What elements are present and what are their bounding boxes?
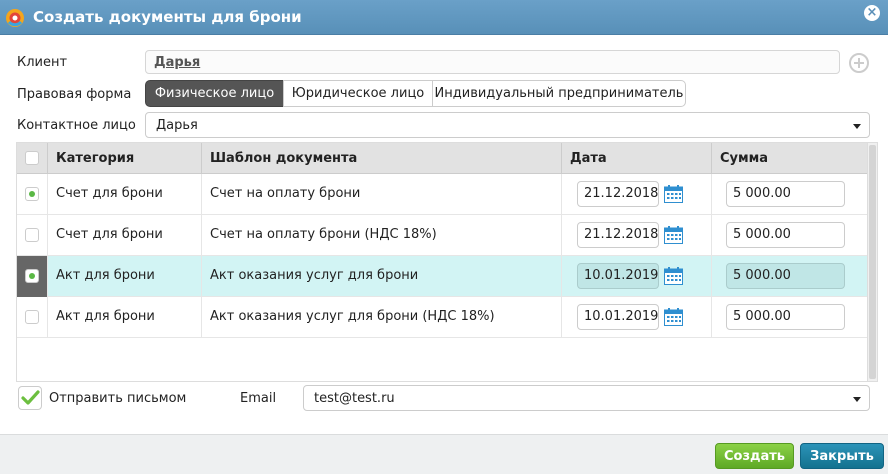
cell-category: Акт для брони: [47, 256, 201, 297]
email-select[interactable]: test@test.ru: [303, 385, 870, 411]
cell-template: Счет на оплату брони: [201, 174, 561, 215]
calendar-icon[interactable]: [664, 226, 683, 244]
contact-label: Контактное лицо: [17, 118, 136, 133]
dialog-title: Создать документы для брони: [33, 8, 302, 26]
table-row[interactable]: Акт для брони Акт оказания услуг для бро…: [17, 256, 867, 297]
client-link[interactable]: Дарья: [154, 55, 200, 70]
row-checkbox[interactable]: [25, 269, 39, 283]
client-field[interactable]: Дарья: [145, 50, 840, 74]
dialog-body: Клиент Дарья Правовая форма Физическое л…: [6, 42, 882, 426]
cell-category: Акт для брони: [47, 297, 201, 338]
table-scrollbar[interactable]: [867, 143, 877, 381]
close-icon[interactable]: ×: [864, 5, 880, 21]
row-checkbox[interactable]: [25, 228, 39, 242]
create-button[interactable]: Создать: [715, 443, 794, 469]
sum-input[interactable]: 5 000.00: [726, 263, 845, 289]
row-checkbox[interactable]: [25, 187, 39, 201]
send-email-checkbox[interactable]: [18, 386, 42, 410]
client-label: Клиент: [17, 55, 68, 70]
sum-input[interactable]: 5 000.00: [726, 304, 845, 330]
column-header-category[interactable]: Категория: [47, 143, 201, 174]
email-label: Email: [240, 391, 277, 406]
calendar-icon[interactable]: [664, 308, 683, 326]
title-bar: Создать документы для брони ×: [0, 0, 888, 35]
cell-template: Акт оказания услуг для брони (НДС 18%): [201, 297, 561, 338]
email-value: test@test.ru: [314, 391, 395, 406]
table-header: Категория Шаблон документа Дата Сумма: [17, 143, 867, 174]
close-button[interactable]: Закрыть: [800, 443, 884, 469]
calendar-icon[interactable]: [664, 267, 683, 285]
column-header-sum[interactable]: Сумма: [711, 143, 867, 174]
select-all-checkbox[interactable]: [25, 151, 39, 165]
date-input[interactable]: 21.12.2018: [577, 222, 659, 248]
calendar-icon[interactable]: [664, 185, 683, 203]
column-header-template[interactable]: Шаблон документа: [201, 143, 561, 174]
cell-category: Счет для брони: [47, 174, 201, 215]
date-input[interactable]: 21.12.2018: [577, 181, 659, 207]
checkmark-icon: [21, 390, 40, 405]
add-client-icon[interactable]: [849, 53, 869, 73]
app-logo-icon: [6, 9, 24, 27]
chevron-down-icon: [853, 124, 861, 129]
legal-form-individual[interactable]: Физическое лицо: [145, 80, 284, 107]
cell-template: Акт оказания услуг для брони: [201, 256, 561, 297]
sum-input[interactable]: 5 000.00: [726, 181, 845, 207]
legal-form-entrepreneur[interactable]: Индивидуальный предприниматель: [432, 80, 686, 107]
contact-value: Дарья: [156, 118, 198, 133]
legal-form-company[interactable]: Юридическое лицо: [283, 80, 433, 107]
cell-template: Счет на оплату брони (НДС 18%): [201, 215, 561, 256]
row-checkbox[interactable]: [25, 310, 39, 324]
sum-input[interactable]: 5 000.00: [726, 222, 845, 248]
date-input[interactable]: 10.01.2019: [577, 304, 659, 330]
cell-category: Счет для брони: [47, 215, 201, 256]
column-header-date[interactable]: Дата: [561, 143, 711, 174]
table-row[interactable]: Счет для брони Счет на оплату брони (НДС…: [17, 215, 867, 256]
table-row[interactable]: Акт для брони Акт оказания услуг для бро…: [17, 297, 867, 338]
table-row[interactable]: Счет для брони Счет на оплату брони 21.1…: [17, 174, 867, 215]
send-email-label: Отправить письмом: [49, 391, 187, 406]
documents-table: Категория Шаблон документа Дата Сумма Сч…: [16, 142, 878, 382]
chevron-down-icon: [853, 397, 861, 402]
legal-form-label: Правовая форма: [17, 87, 132, 102]
date-input[interactable]: 10.01.2019: [577, 263, 659, 289]
contact-select[interactable]: Дарья: [145, 112, 870, 138]
